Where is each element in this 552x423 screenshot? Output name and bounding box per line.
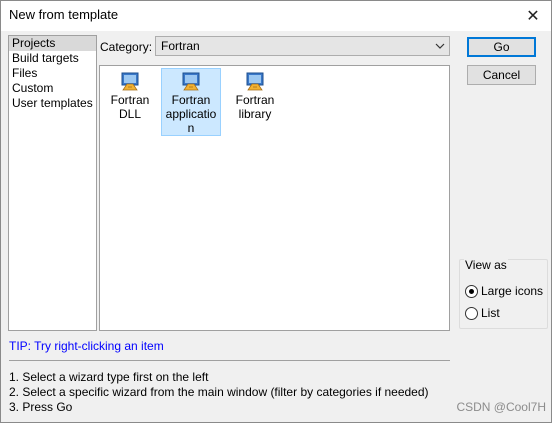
wizard-type-list: Projects Build targets Files Custom User… <box>8 35 97 331</box>
fortran-wizard-icon <box>246 72 264 91</box>
wizard-item-fortran-library[interactable]: Fortran library <box>225 68 285 136</box>
wizard-item-fortran-application[interactable]: Fortran applicatio n <box>161 68 221 136</box>
dialog-title: New from template <box>9 7 119 22</box>
close-icon: ✕ <box>526 8 540 25</box>
instruction-line: 1. Select a wizard type first on the lef… <box>9 370 209 384</box>
category-value: Fortran <box>161 39 200 53</box>
large-icons-option[interactable]: Large icons <box>465 283 543 299</box>
title-bar: New from template ✕ <box>1 1 551 31</box>
wizard-label: Fortran applicatio n <box>165 93 217 135</box>
fortran-wizard-icon <box>121 72 139 91</box>
list-label: List <box>481 306 500 320</box>
sidebar-item-user-templates[interactable]: User templates <box>9 96 96 111</box>
category-label: Category: <box>100 40 153 54</box>
large-icons-label: Large icons <box>481 284 544 298</box>
tip-text: TIP: Try right-clicking an item <box>9 339 164 353</box>
chevron-down-icon <box>435 37 445 62</box>
category-dropdown[interactable]: Fortran <box>155 36 450 56</box>
watermark: CSDN @Cool7H <box>456 400 546 414</box>
wizard-icon-pane: Fortran DLL Fortran applicatio n Fortran… <box>99 65 450 331</box>
sidebar-item-build-targets[interactable]: Build targets <box>9 51 96 66</box>
sidebar-item-projects[interactable]: Projects <box>9 36 96 51</box>
instruction-line: 2. Select a specific wizard from the mai… <box>9 385 429 399</box>
sidebar-item-custom[interactable]: Custom <box>9 81 96 96</box>
go-button[interactable]: Go <box>467 37 536 57</box>
view-as-group: View as Large icons List <box>459 258 548 329</box>
new-from-template-dialog: New from template ✕ Projects Build targe… <box>0 0 552 423</box>
wizard-item-fortran-dll[interactable]: Fortran DLL <box>100 68 160 136</box>
sidebar-item-files[interactable]: Files <box>9 66 96 81</box>
list-option[interactable]: List <box>465 305 500 321</box>
fortran-wizard-icon <box>182 72 200 91</box>
list-radio[interactable] <box>465 306 478 320</box>
divider <box>9 360 450 361</box>
wizard-label: Fortran DLL <box>110 93 150 121</box>
wizard-label: Fortran library <box>235 93 275 121</box>
instruction-line: 3. Press Go <box>9 400 73 414</box>
instructions: 1. Select a wizard type first on the lef… <box>9 370 429 415</box>
close-button[interactable]: ✕ <box>515 1 551 31</box>
view-as-legend: View as <box>464 258 508 272</box>
cancel-button[interactable]: Cancel <box>467 65 536 85</box>
large-icons-radio[interactable] <box>465 284 478 298</box>
